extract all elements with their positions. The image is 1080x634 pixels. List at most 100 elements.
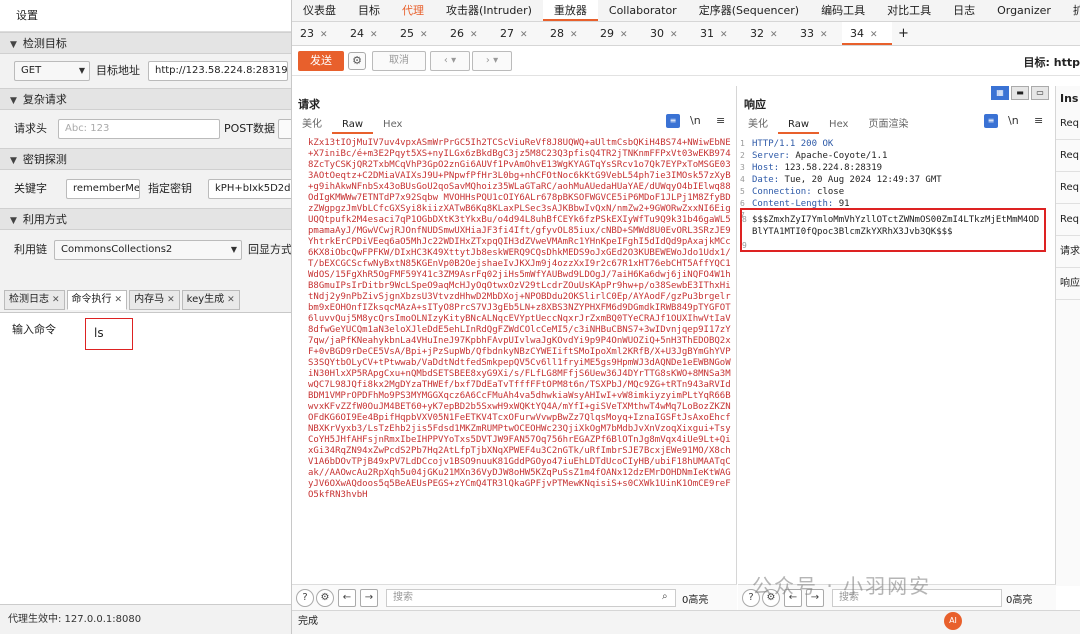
close-icon[interactable]: ✕: [570, 30, 578, 40]
close-icon[interactable]: ✕: [52, 295, 60, 305]
inspector-item[interactable]: 响应: [1056, 268, 1080, 300]
add-tab-icon[interactable]: +: [892, 22, 916, 45]
response-line: 4 Date: Tue, 20 Aug 2024 12:49:37 GMT: [740, 174, 1055, 186]
request-search-input[interactable]: 搜索: [386, 589, 676, 607]
gear-icon[interactable]: ⚙: [348, 52, 366, 70]
inspector-title: Ins: [1060, 92, 1079, 105]
inspector-item[interactable]: Req: [1056, 204, 1080, 236]
tab-pretty[interactable]: 美化: [292, 116, 332, 134]
menu-logger[interactable]: 日志: [942, 0, 986, 21]
menu-target[interactable]: 目标: [347, 0, 391, 21]
tab-hex[interactable]: Hex: [373, 116, 412, 134]
tab-command-exec[interactable]: 命令执行 ✕: [66, 290, 128, 310]
inspector-item[interactable]: 请求: [1056, 236, 1080, 268]
tab-detect-log[interactable]: 检测日志 ✕: [4, 290, 65, 310]
close-icon[interactable]: ✕: [870, 30, 878, 40]
key-section-header[interactable]: ▼ 密钥探测: [0, 148, 291, 170]
tab-hex[interactable]: Hex: [819, 116, 858, 134]
horizontal-layout-icon[interactable]: ▬: [1011, 86, 1029, 100]
repeater-tab-active[interactable]: 34 ✕: [842, 22, 892, 45]
menu-icon[interactable]: ≡: [716, 114, 725, 127]
menu-sequencer[interactable]: 定序器(Sequencer): [688, 0, 810, 21]
newline-icon[interactable]: \n: [690, 114, 701, 127]
collapse-triangle-icon: ▼: [10, 40, 17, 50]
close-icon[interactable]: ✕: [720, 30, 728, 40]
tab-raw[interactable]: Raw: [778, 116, 820, 134]
cancel-button[interactable]: 取消: [372, 51, 426, 71]
close-icon[interactable]: ✕: [620, 30, 628, 40]
repeater-tab[interactable]: 28 ✕: [542, 22, 592, 45]
cmd-input[interactable]: ls: [85, 318, 133, 350]
menu-comparer[interactable]: 对比工具: [876, 0, 942, 21]
newline-icon[interactable]: \n: [1008, 114, 1019, 127]
gear-icon[interactable]: ⚙: [316, 589, 334, 607]
inspector-item[interactable]: Req: [1056, 108, 1080, 140]
close-icon[interactable]: ✕: [167, 295, 175, 305]
tab-pretty[interactable]: 美化: [738, 116, 778, 134]
repeater-tab[interactable]: 33 ✕: [792, 22, 842, 45]
close-icon[interactable]: ✕: [770, 30, 778, 40]
next-nav-button[interactable]: › ▾: [472, 51, 512, 71]
split-layout-icon[interactable]: ▦: [991, 86, 1009, 100]
send-button[interactable]: 发送: [298, 51, 344, 71]
target-section-header[interactable]: ▼ 检测目标: [0, 32, 291, 54]
wrap-icon[interactable]: ≡: [666, 114, 680, 128]
repeater-tab[interactable]: 25 ✕: [392, 22, 442, 45]
menu-extensions[interactable]: 扩展: [1062, 0, 1080, 21]
help-icon[interactable]: ?: [296, 589, 314, 607]
method-select[interactable]: GET ▼: [14, 61, 90, 81]
repeater-tab[interactable]: 27 ✕: [492, 22, 542, 45]
repeater-tab[interactable]: 29 ✕: [592, 22, 642, 45]
chain-select[interactable]: CommonsCollections2 ▼: [54, 240, 242, 260]
repeater-tab[interactable]: 23 ✕: [292, 22, 342, 45]
url-input[interactable]: http://123.58.224.8:28319/: [148, 61, 288, 81]
post-data-toggle[interactable]: [278, 119, 291, 139]
repeater-tab[interactable]: 31 ✕: [692, 22, 742, 45]
target-row: GET ▼ 目标地址 http://123.58.224.8:28319/: [0, 54, 291, 88]
exploit-section-header[interactable]: ▼ 利用方式: [0, 208, 291, 230]
menu-repeater[interactable]: 重放器: [542, 0, 598, 21]
repeater-tab[interactable]: 30 ✕: [642, 22, 692, 45]
menu-decoder[interactable]: 编码工具: [810, 0, 876, 21]
repeater-tab[interactable]: 32 ✕: [742, 22, 792, 45]
tab-render[interactable]: 页面渲染: [858, 116, 918, 134]
forward-arrow-icon[interactable]: →: [360, 589, 378, 607]
repeater-toolbar: 发送 ⚙ 取消 ‹ ▾ › ▾ 目标: http: [292, 46, 1080, 76]
key-input[interactable]: kPH+bIxk5D2de: [208, 179, 291, 199]
close-icon[interactable]: ✕: [227, 295, 235, 305]
close-icon[interactable]: ✕: [820, 30, 828, 40]
close-icon[interactable]: ✕: [420, 30, 428, 40]
menu-proxy[interactable]: 代理: [391, 0, 435, 21]
single-layout-icon[interactable]: ▭: [1031, 86, 1049, 100]
ai-assistant-icon[interactable]: AI: [944, 612, 962, 630]
menu-dashboard[interactable]: 仪表盘: [292, 0, 347, 21]
prev-nav-button[interactable]: ‹ ▾: [430, 51, 470, 71]
inspector-item[interactable]: Req: [1056, 140, 1080, 172]
tab-key-gen[interactable]: key生成 ✕: [181, 290, 240, 310]
wrap-icon[interactable]: ≡: [984, 114, 998, 128]
repeater-tab[interactable]: 24 ✕: [342, 22, 392, 45]
menu-icon[interactable]: ≡: [1034, 114, 1043, 127]
close-icon[interactable]: ✕: [115, 295, 123, 305]
req-header-input[interactable]: Abc: 123: [58, 119, 220, 139]
layout-toggle: ▦ ▬ ▭: [991, 86, 1049, 100]
search-icon[interactable]: ⌕: [662, 591, 668, 602]
close-icon[interactable]: ✕: [470, 30, 478, 40]
close-icon[interactable]: ✕: [370, 30, 378, 40]
close-icon[interactable]: ✕: [520, 30, 528, 40]
back-arrow-icon[interactable]: ←: [338, 589, 356, 607]
response-editor[interactable]: 1 HTTP/1.1 200 OK 2 Server: Apache-Coyote/…: [740, 138, 1055, 586]
tab-memory-shell[interactable]: 内存马 ✕: [129, 290, 180, 310]
inspector-item[interactable]: Req: [1056, 172, 1080, 204]
close-icon[interactable]: ✕: [320, 30, 328, 40]
repeater-tab[interactable]: 26 ✕: [442, 22, 492, 45]
cmd-output-area[interactable]: [0, 312, 291, 604]
keyword-input[interactable]: rememberMe: [66, 179, 140, 199]
complex-section-header[interactable]: ▼ 复杂请求: [0, 88, 291, 110]
menu-collaborator[interactable]: Collaborator: [598, 0, 688, 21]
menu-intruder[interactable]: 攻击器(Intruder): [435, 0, 543, 21]
close-icon[interactable]: ✕: [670, 30, 678, 40]
menu-organizer[interactable]: Organizer: [986, 0, 1062, 21]
request-editor[interactable]: kZx13tIOjMuIV7uv4vpxASmWrPrGC5Ih2TCScViu…: [294, 138, 736, 586]
tab-raw[interactable]: Raw: [332, 116, 374, 134]
